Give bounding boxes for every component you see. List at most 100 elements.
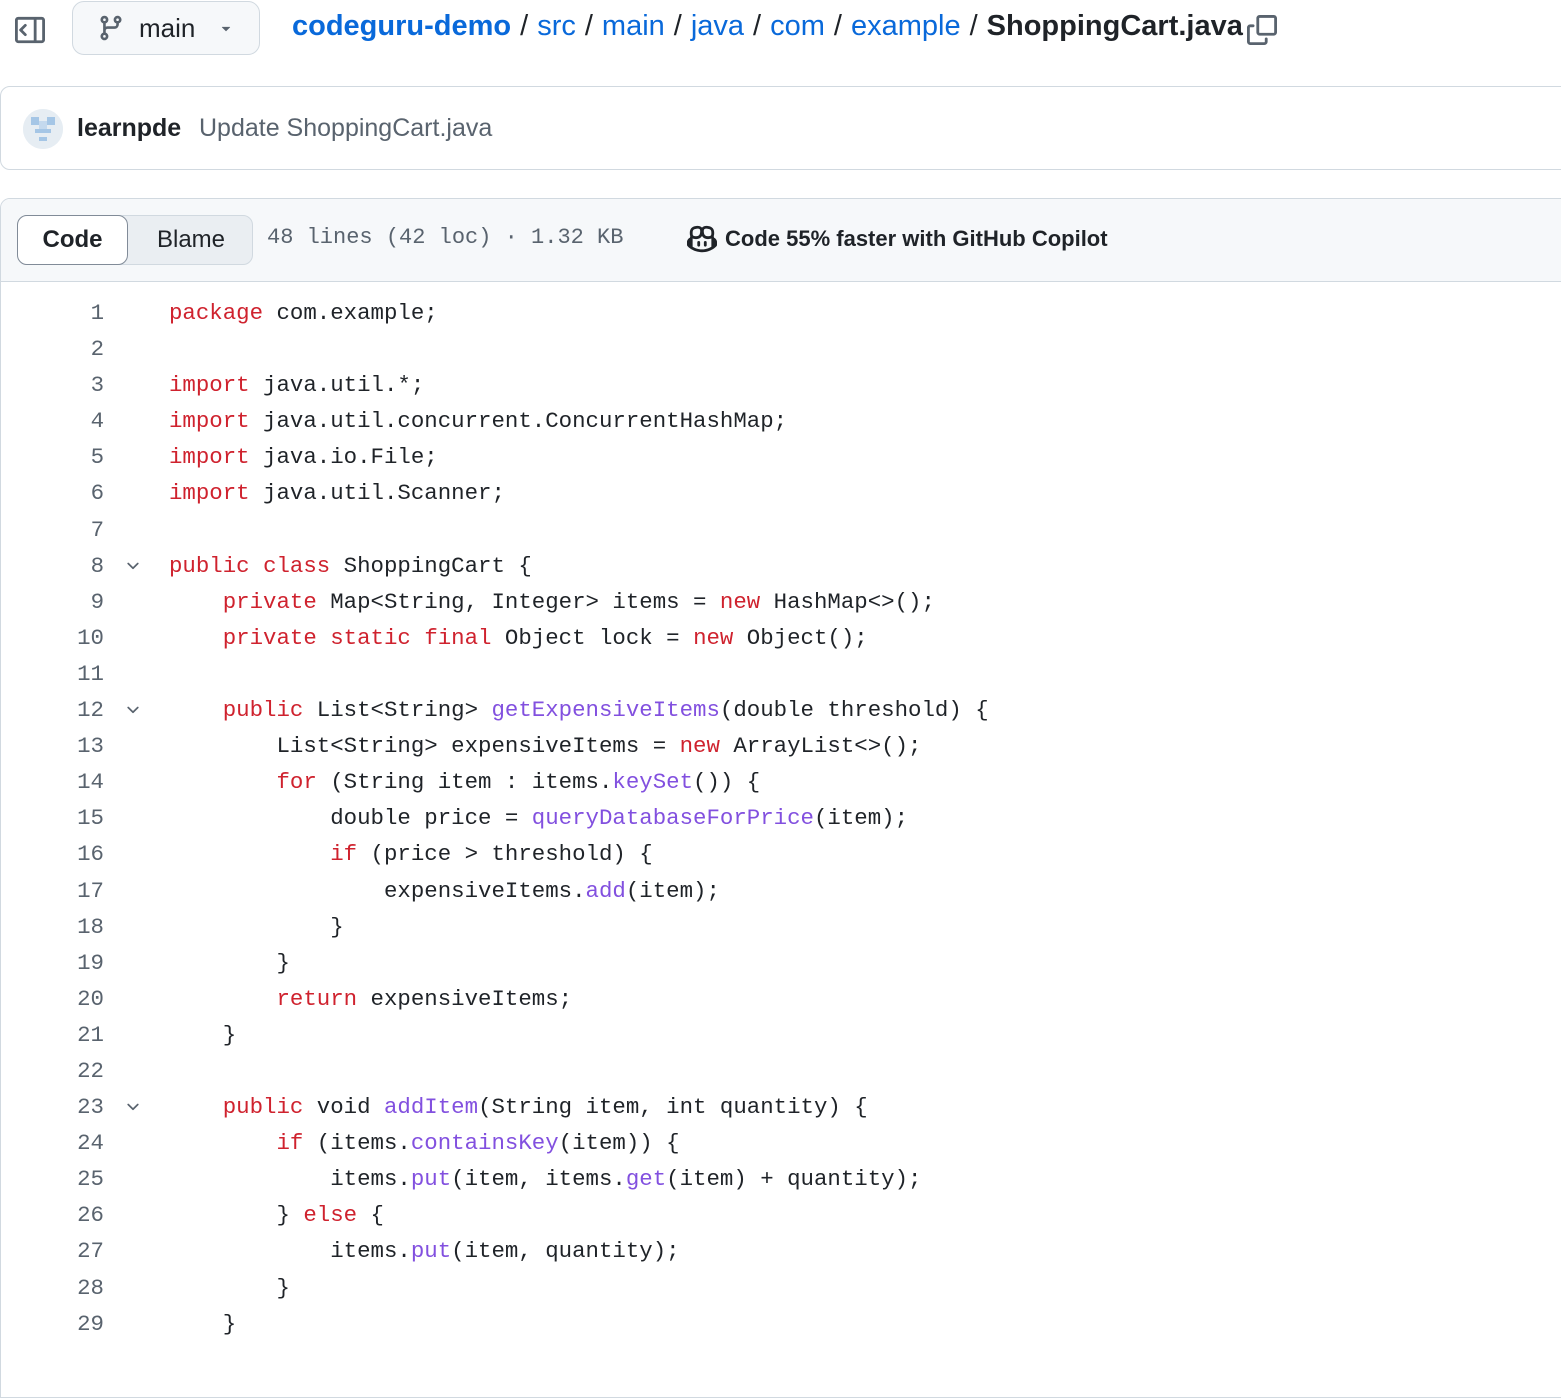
line-number[interactable]: 5 xyxy=(1,439,104,475)
line-number[interactable]: 24 xyxy=(1,1125,104,1161)
line-number[interactable]: 9 xyxy=(1,584,104,620)
code-keyword: new xyxy=(719,588,761,615)
line-number[interactable]: 18 xyxy=(1,909,104,945)
code-line: 4 import java.util.concurrent.ConcurrentH… xyxy=(1,403,1561,439)
code-line-content: expensiveItems.add(item); xyxy=(169,873,720,909)
code-line-content: } xyxy=(169,1306,236,1342)
code-function-name: get xyxy=(625,1166,667,1193)
code-line-content: items.put(item, items.get(item) + quanti… xyxy=(169,1161,921,1197)
code-line: 15 double price = queryDatabaseForPrice(… xyxy=(1,800,1561,836)
code-function-name: add xyxy=(585,877,626,904)
copilot-promo-link[interactable]: Code 55% faster with GitHub Copilot xyxy=(687,224,1108,254)
line-number[interactable]: 14 xyxy=(1,764,104,800)
code-keyword: import xyxy=(169,444,250,471)
line-number[interactable]: 2 xyxy=(1,331,104,367)
code-text: List<String> xyxy=(303,697,492,724)
line-number[interactable]: 26 xyxy=(1,1197,104,1233)
line-number[interactable]: 29 xyxy=(1,1306,104,1342)
code-text: expensiveItems. xyxy=(169,877,586,904)
line-number[interactable]: 10 xyxy=(1,620,104,656)
triangle-down-icon xyxy=(217,19,235,37)
line-number[interactable]: 17 xyxy=(1,873,104,909)
code-text: java.io.File; xyxy=(249,444,438,471)
line-number[interactable]: 23 xyxy=(1,1089,104,1125)
branch-selector-button[interactable]: main xyxy=(72,1,260,55)
line-number[interactable]: 16 xyxy=(1,836,104,872)
code-text: (String item, int quantity) { xyxy=(478,1094,868,1121)
code-text: { xyxy=(357,1202,384,1229)
code-line-content: } xyxy=(169,1017,236,1053)
line-number[interactable]: 12 xyxy=(1,692,104,728)
line-number[interactable]: 11 xyxy=(1,656,104,692)
code-line: 3 import java.util.*; xyxy=(1,367,1561,403)
code-view[interactable]: 1 package com.example; 2 3 import java.util.… xyxy=(1,295,1561,1342)
code-line-content: package com.example; xyxy=(169,295,438,331)
code-keyword: static xyxy=(330,624,411,651)
code-line-content: return expensiveItems; xyxy=(169,981,573,1017)
code-line-content: } xyxy=(169,1270,289,1306)
line-number[interactable]: 6 xyxy=(1,475,104,511)
line-number[interactable]: 8 xyxy=(1,548,104,584)
breadcrumb-dir-main[interactable]: main xyxy=(602,10,665,43)
code-line: 25 items.put(item, items.get(item) + qua… xyxy=(1,1161,1561,1197)
line-number[interactable]: 25 xyxy=(1,1161,104,1197)
line-number[interactable]: 7 xyxy=(1,512,104,548)
copy-icon xyxy=(1247,15,1277,45)
code-keyword: package xyxy=(169,300,264,326)
breadcrumb-separator: / xyxy=(753,10,762,42)
code-text: void xyxy=(303,1094,384,1121)
file-topbar: main codeguru-demo / src / main / java /… xyxy=(0,0,1561,70)
code-line: 13 List<String> expensiveItems = new Arr… xyxy=(1,728,1561,764)
sidebar-toggle-button[interactable] xyxy=(12,12,48,48)
breadcrumb-dir-java[interactable]: java xyxy=(691,10,744,43)
tab-code[interactable]: Code xyxy=(17,215,128,265)
commit-message-link[interactable]: Update ShoppingCart.java xyxy=(199,114,492,143)
line-number[interactable]: 15 xyxy=(1,800,104,836)
code-function-name: keySet xyxy=(612,769,694,796)
code-line: 1 package com.example; xyxy=(1,295,1561,331)
code-line-content: } xyxy=(169,909,344,945)
breadcrumb-dir-example[interactable]: example xyxy=(851,10,961,43)
avatar[interactable] xyxy=(23,109,63,149)
breadcrumb-file-name: ShoppingCart.java xyxy=(986,10,1243,42)
code-text: (double threshold) { xyxy=(719,697,989,724)
code-line: 14 for (String item : items.keySet()) { xyxy=(1,764,1561,800)
line-number[interactable]: 27 xyxy=(1,1233,104,1269)
line-number[interactable]: 4 xyxy=(1,403,104,439)
code-text: } xyxy=(169,1021,237,1048)
code-keyword: final xyxy=(424,624,492,651)
line-number[interactable]: 22 xyxy=(1,1053,104,1089)
line-number[interactable]: 3 xyxy=(1,367,104,403)
code-line-content: public List<String> getExpensiveItems(do… xyxy=(169,692,989,728)
line-number[interactable]: 13 xyxy=(1,728,104,764)
code-line: 29 } xyxy=(1,1306,1561,1342)
code-line-content: items.put(item, quantity); xyxy=(169,1233,679,1269)
chevron-down-icon[interactable] xyxy=(121,692,145,728)
line-number[interactable]: 19 xyxy=(1,945,104,981)
line-number[interactable]: 28 xyxy=(1,1270,104,1306)
code-text: } xyxy=(169,913,344,940)
code-keyword: for xyxy=(276,769,317,796)
breadcrumb-dir-src[interactable]: src xyxy=(537,10,576,43)
commit-author-link[interactable]: learnpde xyxy=(77,114,181,143)
breadcrumb-repo-link[interactable]: codeguru-demo xyxy=(292,10,511,43)
code-line: 22 xyxy=(1,1053,1561,1089)
line-number[interactable]: 1 xyxy=(1,295,104,331)
line-number[interactable]: 20 xyxy=(1,981,104,1017)
code-text: (item)) { xyxy=(558,1130,680,1157)
code-line-content: public void addItem(String item, int qua… xyxy=(169,1089,868,1125)
code-line: 24 if (items.containsKey(item)) { xyxy=(1,1125,1561,1161)
file-header: Code Blame 48 lines (42 loc) · 1.32 KB C… xyxy=(1,199,1561,282)
tab-blame[interactable]: Blame xyxy=(129,216,253,264)
copy-path-button[interactable] xyxy=(1244,12,1280,48)
code-function-name: addItem xyxy=(384,1094,479,1121)
chevron-down-icon[interactable] xyxy=(121,548,145,584)
breadcrumb-dir-com[interactable]: com xyxy=(770,10,825,43)
code-text: items. xyxy=(169,1238,411,1265)
line-number[interactable]: 21 xyxy=(1,1017,104,1053)
code-line: 21 } xyxy=(1,1017,1561,1053)
chevron-down-icon[interactable] xyxy=(121,1089,145,1125)
